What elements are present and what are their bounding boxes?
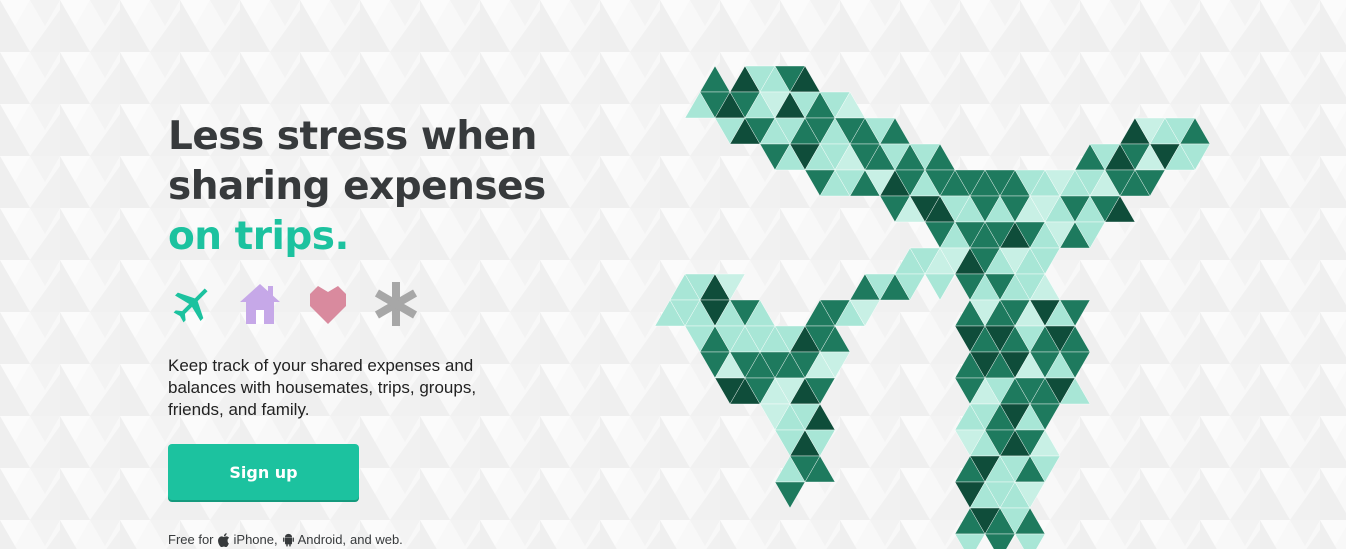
platform-android: Android, xyxy=(297,532,347,547)
plane-tile xyxy=(954,533,986,549)
plane-tile xyxy=(774,481,806,509)
headline-line-2: sharing expenses xyxy=(168,164,546,209)
plane-tile xyxy=(1014,533,1046,549)
android-icon xyxy=(282,533,294,547)
headline-accent: on trips. xyxy=(168,214,349,259)
headline-line-1: Less stress when xyxy=(168,114,537,159)
category-icons xyxy=(168,280,420,328)
hero-text: Less stress when sharing expenses on tri… xyxy=(168,112,588,262)
apple-icon xyxy=(217,533,229,547)
hero-description: Keep track of your shared expenses and b… xyxy=(168,356,477,419)
platforms-prefix: Free for xyxy=(168,532,214,547)
plane-tile xyxy=(699,65,731,93)
landing-page: Less stress when sharing expenses on tri… xyxy=(0,0,1346,549)
plane-tile xyxy=(924,273,956,301)
plane-tile xyxy=(984,533,1016,549)
platform-iphone: iPhone, xyxy=(233,532,278,547)
plane-icon xyxy=(173,288,208,323)
platform-availability: Free for iPhone, Android, and web. xyxy=(168,531,403,549)
headline: Less stress when sharing expenses on tri… xyxy=(168,112,588,262)
plane-illustration xyxy=(654,65,1211,549)
heart-icon xyxy=(310,286,346,324)
signup-button[interactable]: Sign up xyxy=(168,444,359,500)
platforms-suffix: and web. xyxy=(350,532,403,547)
house-icon xyxy=(240,284,280,324)
asterisk-icon xyxy=(374,282,418,326)
